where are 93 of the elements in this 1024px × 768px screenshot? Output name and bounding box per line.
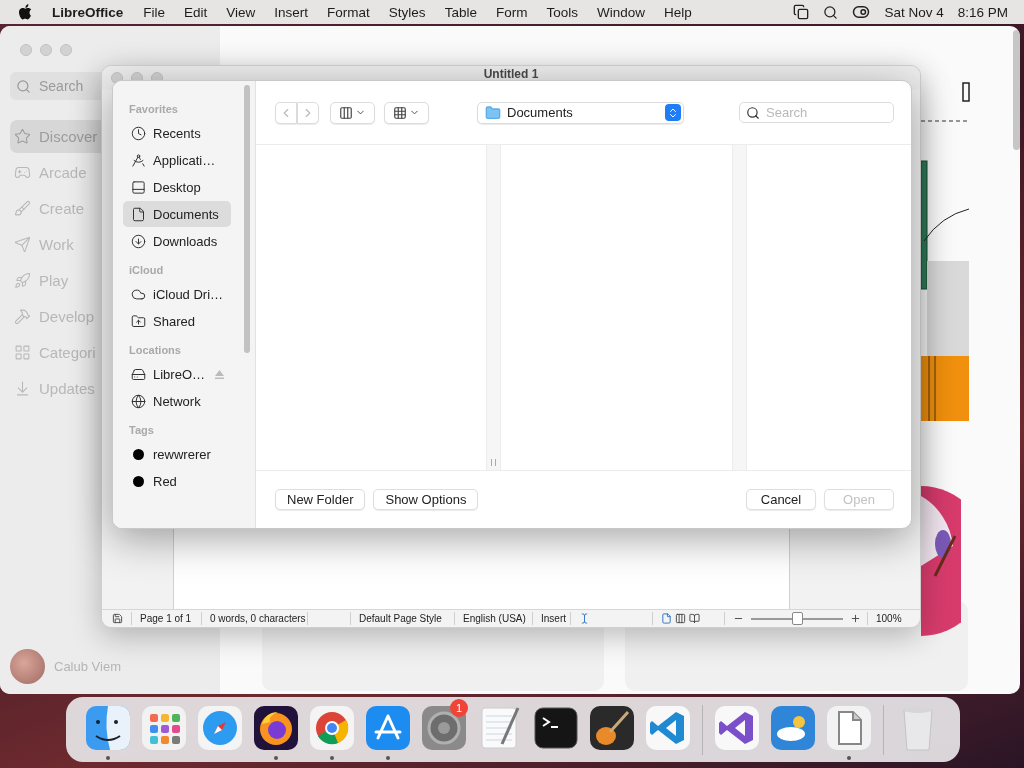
compass-icon[interactable] (196, 703, 244, 752)
menu-item[interactable]: View (226, 4, 256, 20)
menu-bar-date[interactable]: Sat Nov 4 (884, 4, 944, 20)
desktop-icon (131, 179, 146, 195)
sidebar-item[interactable]: Desktop (123, 174, 231, 200)
menu-item[interactable]: Window (596, 4, 645, 20)
cloud-icon (131, 286, 146, 302)
code-icon[interactable] (713, 703, 761, 752)
menu-item[interactable]: Insert (274, 4, 309, 20)
sidebar-item[interactable]: Recents (123, 120, 231, 146)
section-heading: Locations (128, 344, 182, 358)
save-icon[interactable] (112, 613, 123, 624)
search-icon[interactable] (823, 4, 839, 20)
scrollbar-thumb[interactable] (1013, 30, 1020, 150)
single-page-icon[interactable] (661, 613, 672, 624)
selection-mode-icon[interactable] (579, 613, 590, 624)
search-field[interactable]: Search (739, 102, 894, 123)
word-count: 0 words, 0 characters (201, 612, 307, 625)
rocket-icon (14, 272, 31, 289)
dialog-button[interactable]: New Folder (275, 489, 366, 510)
section-heading: Tags (128, 424, 155, 438)
control-center-icon[interactable] (852, 3, 871, 21)
folder-icon (485, 104, 501, 121)
columns-icon (339, 105, 353, 120)
window-title: Untitled 1 (483, 68, 539, 80)
shared-folder-icon (131, 313, 146, 329)
star-icon (14, 128, 31, 145)
face-icon[interactable] (84, 703, 132, 752)
avatar[interactable] (10, 649, 45, 684)
sidebar-item[interactable]: Red (123, 468, 231, 494)
sidebar-item[interactable]: Downloads (123, 228, 231, 254)
globe-icon (131, 393, 146, 409)
stepper-icon (665, 104, 681, 121)
menu-item[interactable]: Format (327, 4, 370, 20)
sidebar-item[interactable]: Documents (123, 201, 231, 227)
language: English (USA) (454, 612, 532, 625)
section-heading: Favorites (128, 103, 179, 117)
zoom-in-icon[interactable] (850, 613, 861, 624)
menu-item[interactable]: Edit (184, 4, 208, 20)
dialog-button[interactable]: Cancel (746, 489, 816, 510)
apple-logo-icon[interactable] (18, 4, 32, 20)
menu-item[interactable]: File (143, 4, 166, 20)
sidebar-item[interactable]: rewwrerer (123, 441, 231, 467)
resize-handle[interactable] (491, 459, 496, 466)
search-placeholder: Search (39, 78, 84, 94)
app-store-icon[interactable] (364, 703, 412, 752)
search-icon (746, 106, 760, 120)
app-grid-icon[interactable] (140, 703, 188, 752)
compass-icon (131, 152, 146, 168)
weather-icon[interactable] (769, 703, 817, 752)
window-stack-icon[interactable] (793, 4, 810, 20)
sidebar-item[interactable]: Network (123, 388, 231, 414)
grid-icon (393, 105, 407, 120)
drive-icon (131, 366, 146, 382)
group-view-button[interactable] (384, 101, 429, 124)
menu-item[interactable]: Tools (546, 4, 578, 20)
menu-bar-time[interactable]: 8:16 PM (957, 4, 1008, 20)
sidebar-item[interactable]: Shared (123, 308, 231, 334)
sidebar-item[interactable]: iCloud Dri… (123, 281, 231, 307)
menu-item[interactable]: Form (495, 4, 528, 20)
clock-icon (131, 125, 146, 141)
zoom-percent: 100% (867, 612, 913, 625)
ring-icon[interactable] (308, 703, 356, 752)
brush-icon (14, 200, 31, 217)
location-dropdown[interactable]: Documents (477, 101, 684, 124)
search-icon (16, 78, 31, 94)
sidebar-item[interactable]: LibreO… (123, 361, 231, 387)
document-icon[interactable] (825, 703, 873, 752)
slider-thumb[interactable] (792, 612, 803, 625)
app-menu[interactable]: LibreOffice (52, 4, 124, 20)
notification-badge: 1 (450, 698, 468, 717)
scrollbar-thumb[interactable] (244, 85, 250, 353)
joystick-icon (14, 164, 31, 181)
paper-plane-icon (14, 236, 31, 253)
download-icon (14, 380, 31, 397)
page-count: Page 1 of 1 (131, 612, 201, 625)
page-style: Default Page Style (350, 612, 454, 625)
menu-item[interactable]: Help (663, 4, 692, 20)
gear-icon[interactable] (420, 703, 468, 752)
input-mode: Insert (532, 612, 570, 625)
menu-item[interactable]: Table (444, 4, 477, 20)
multi-page-icon[interactable] (675, 613, 686, 624)
dialog-button[interactable]: Show Options (373, 489, 479, 510)
section-heading: iCloud (128, 264, 165, 278)
sidebar-item[interactable]: Applicati… (123, 147, 231, 173)
hammer-icon (14, 308, 31, 325)
menu-item[interactable]: Styles (388, 4, 426, 20)
download-icon (131, 233, 146, 249)
document-icon (131, 206, 146, 222)
column-view-button[interactable] (330, 101, 375, 124)
book-view-icon[interactable] (689, 613, 700, 624)
grid-icon (14, 344, 31, 361)
code-icon[interactable] (644, 703, 692, 752)
